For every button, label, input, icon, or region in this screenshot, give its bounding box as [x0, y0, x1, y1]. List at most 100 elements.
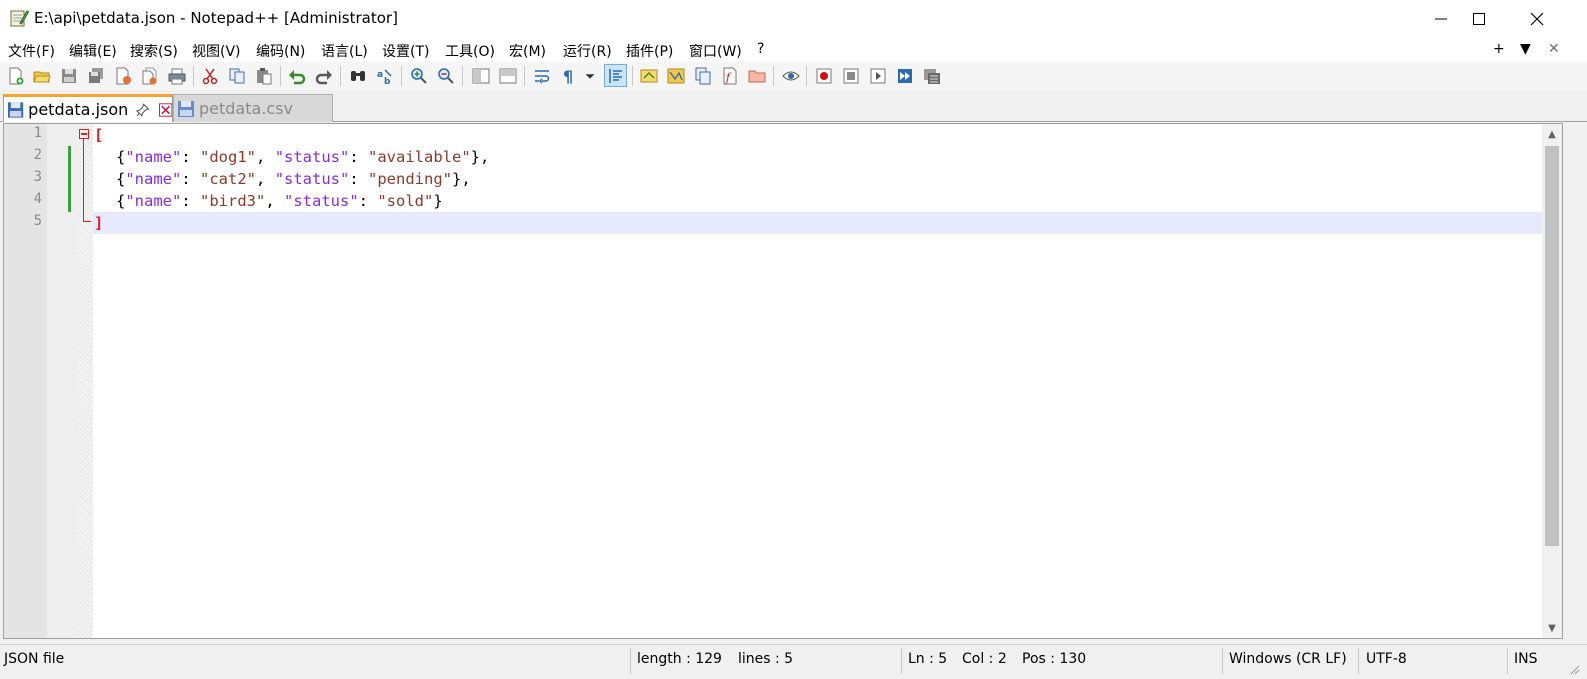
show-all-chars-button[interactable]: ¶: [557, 64, 580, 87]
toolbar-separator: [340, 66, 341, 86]
close-button[interactable]: [1508, 0, 1566, 38]
copy-button[interactable]: [225, 64, 248, 87]
stop-macro-button[interactable]: [839, 64, 862, 87]
function-icon: f: [723, 67, 736, 84]
vertical-scrollbar[interactable]: ▲ ▼: [1542, 124, 1562, 638]
status-position: Pos : 130: [1022, 651, 1087, 667]
close-file-button[interactable]: [111, 64, 134, 87]
toolbar-separator: [193, 66, 194, 86]
undo-button[interactable]: [285, 64, 308, 87]
save-button[interactable]: [57, 64, 80, 87]
status-divider: [901, 648, 902, 674]
close-all-button[interactable]: [138, 64, 161, 87]
toolbar-separator: [632, 66, 633, 86]
menu-run[interactable]: 运行(R): [563, 41, 612, 61]
function-list-icon: [695, 67, 710, 84]
bookmark-margin[interactable]: [47, 124, 77, 638]
save-macro-icon: [923, 68, 940, 84]
editor-pane[interactable]: 1 2 3 4 5 [ {"name": "dog1", "status": "…: [3, 123, 1563, 639]
find-button[interactable]: [346, 64, 369, 87]
open-file-button[interactable]: [30, 64, 53, 87]
run-macro-multiple-icon: [897, 68, 912, 83]
cut-icon: [202, 68, 217, 84]
run-macro-multiple-button[interactable]: [893, 64, 916, 87]
menu-macro[interactable]: 宏(M): [509, 41, 546, 61]
status-eol-format[interactable]: Windows (CR LF): [1229, 651, 1347, 667]
save-all-button[interactable]: [84, 64, 107, 87]
pin-icon[interactable]: [136, 102, 150, 117]
menu-view[interactable]: 视图(V): [192, 41, 241, 61]
zoom-out-button[interactable]: [434, 64, 457, 87]
status-encoding[interactable]: UTF-8: [1366, 651, 1407, 667]
menu-encoding[interactable]: 编码(N): [256, 41, 305, 61]
udl-button[interactable]: [637, 64, 660, 87]
save-macro-button[interactable]: [920, 64, 943, 87]
indent-guide-button[interactable]: [604, 64, 627, 87]
replace-button[interactable]: ab: [373, 64, 396, 87]
code-line: {"name": "cat2", "status": "pending"},: [116, 170, 471, 188]
paste-button[interactable]: [252, 64, 275, 87]
replace-icon: ab: [377, 68, 392, 85]
zoom-out-icon: [437, 67, 454, 84]
redo-button[interactable]: [312, 64, 335, 87]
function-button[interactable]: f: [718, 64, 741, 87]
add-new-tab-button[interactable]: +: [1493, 41, 1505, 57]
eye-icon: [781, 71, 800, 80]
undo-icon: [288, 69, 305, 84]
tab-petdata-json[interactable]: petdata.json: [3, 94, 173, 122]
record-macro-button[interactable]: [812, 64, 835, 87]
zoom-in-button[interactable]: [407, 64, 430, 87]
toolbar-separator: [773, 66, 774, 86]
fold-line: [83, 139, 84, 222]
close-tab-icon[interactable]: [158, 102, 172, 117]
menu-search[interactable]: 搜索(S): [130, 41, 178, 61]
stop-macro-icon: [843, 68, 858, 83]
doc-map-button[interactable]: [664, 64, 687, 87]
status-divider: [1222, 648, 1223, 674]
paste-icon: [256, 67, 271, 84]
save-icon: [61, 68, 76, 83]
scroll-thumb[interactable]: [1545, 146, 1559, 546]
code-line: {"name": "dog1", "status": "available"},: [116, 148, 490, 166]
new-file-icon: [9, 67, 23, 84]
sync-vertical-button[interactable]: [469, 64, 492, 87]
saved-file-icon: [7, 101, 24, 118]
status-insert-mode[interactable]: INS: [1514, 651, 1538, 667]
menu-tools[interactable]: 工具(O): [445, 41, 495, 61]
fold-toggle[interactable]: [79, 129, 89, 139]
scroll-up-arrow[interactable]: ▲: [1542, 124, 1562, 144]
minimize-icon: [1435, 18, 1447, 20]
menu-window[interactable]: 窗口(W): [689, 41, 742, 61]
menu-edit[interactable]: 编辑(E): [69, 41, 117, 61]
sync-horizontal-button[interactable]: [496, 64, 519, 87]
show-all-chars-icon: ¶: [563, 67, 573, 85]
fold-margin[interactable]: [77, 124, 93, 638]
show-chars-dropdown[interactable]: [582, 64, 598, 87]
print-button[interactable]: [165, 64, 188, 87]
folder-workspace-button[interactable]: [745, 64, 768, 87]
status-length: length : 129: [637, 651, 722, 667]
tab-label: petdata.json: [28, 100, 129, 119]
toolbar-separator: [280, 66, 281, 86]
resize-grip-icon[interactable]: [1568, 663, 1580, 675]
code-line: [: [94, 126, 104, 144]
new-file-button[interactable]: [4, 64, 27, 87]
maximize-button[interactable]: [1450, 0, 1508, 38]
scroll-down-arrow[interactable]: ▼: [1542, 618, 1562, 638]
cut-button[interactable]: [198, 64, 221, 87]
line-number: 5: [33, 213, 42, 229]
word-wrap-button[interactable]: [530, 64, 553, 87]
menu-settings[interactable]: 设置(T): [382, 41, 429, 61]
folder-workspace-icon: [748, 70, 765, 82]
tab-petdata-csv[interactable]: petdata.csv: [173, 94, 333, 122]
menu-language[interactable]: 语言(L): [321, 41, 368, 61]
function-list-button[interactable]: [691, 64, 714, 87]
user-defined-lang-icon: [640, 69, 657, 82]
menu-file[interactable]: 文件(F): [8, 41, 55, 61]
menu-plugins[interactable]: 插件(P): [626, 41, 673, 61]
menu-help[interactable]: ?: [757, 41, 764, 57]
close-tab-button[interactable]: ✕: [1548, 41, 1560, 57]
play-macro-button[interactable]: [866, 64, 889, 87]
tab-list-dropdown[interactable]: ▼: [1520, 41, 1531, 57]
monitoring-button[interactable]: [779, 64, 802, 87]
